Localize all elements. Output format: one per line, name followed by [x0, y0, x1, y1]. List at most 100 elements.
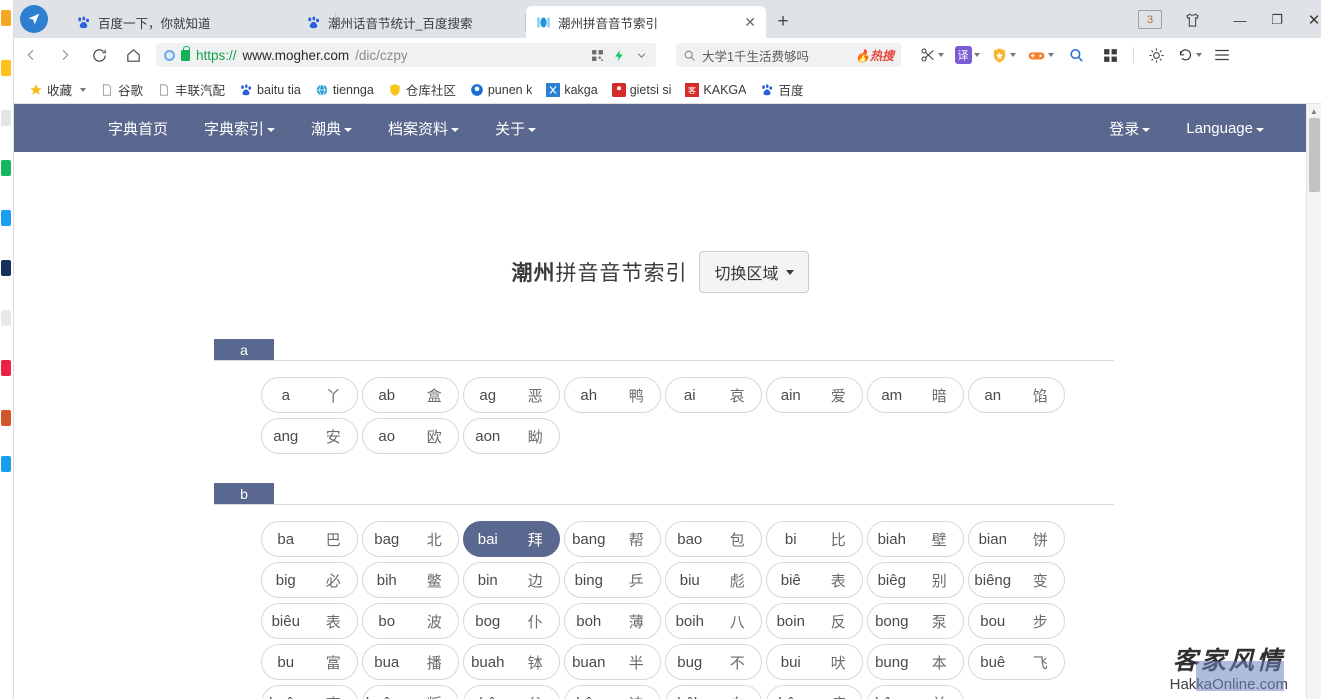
syllable-pill[interactable]: bang 帮: [564, 521, 661, 557]
syllable-pill[interactable]: an 馅: [968, 377, 1065, 413]
syllable-pill[interactable]: big 必: [261, 562, 358, 598]
gamepad-icon[interactable]: [1021, 38, 1059, 72]
new-tab-button[interactable]: +: [769, 9, 797, 35]
nav-item-login[interactable]: 登录: [1091, 104, 1168, 152]
syllable-pill[interactable]: bug 不: [665, 644, 762, 680]
syllable-pill[interactable]: aon 眑: [463, 418, 560, 454]
nav-item-language[interactable]: Language: [1168, 104, 1306, 152]
syllable-pill[interactable]: biah 壁: [867, 521, 964, 557]
syllable-pill[interactable]: bo 波: [362, 603, 459, 639]
dock-icon[interactable]: [1, 260, 11, 276]
syllable-pill[interactable]: bi 比: [766, 521, 863, 557]
lightning-icon[interactable]: [613, 49, 626, 62]
chevron-down-icon[interactable]: [1009, 53, 1016, 57]
syllable-pill[interactable]: bêh白: [665, 685, 762, 699]
syllable-pill[interactable]: biêg 别: [867, 562, 964, 598]
undo-icon[interactable]: [1172, 38, 1206, 72]
syllable-pill[interactable]: bu 富: [261, 644, 358, 680]
syllable-pill[interactable]: buê 飞: [968, 644, 1065, 680]
chevron-down-icon[interactable]: [635, 49, 648, 62]
dock-icon[interactable]: [1, 456, 11, 472]
syllable-pill[interactable]: bog 仆: [463, 603, 560, 639]
chevron-down-icon[interactable]: [80, 87, 87, 92]
syllable-pill[interactable]: bou 步: [968, 603, 1065, 639]
window-maximize-button[interactable]: ❐: [1262, 6, 1292, 34]
syllable-pill[interactable]: boih 八: [665, 603, 762, 639]
syllable-pill[interactable]: bêg迫: [564, 685, 661, 699]
bookmark-item[interactable]: 客 KAKGA: [680, 79, 751, 101]
bookmark-item[interactable]: kakga: [541, 79, 602, 101]
chevron-down-icon[interactable]: [1047, 53, 1054, 57]
syllable-pill[interactable]: ba 巴: [261, 521, 358, 557]
syllable-pill[interactable]: bui 吠: [766, 644, 863, 680]
syllable-pill[interactable]: buan 半: [564, 644, 661, 680]
dock-icon[interactable]: [1, 10, 11, 26]
syllable-pill[interactable]: a丫: [261, 377, 358, 413]
bookmark-item[interactable]: 谷歌: [95, 79, 148, 101]
syllable-pill[interactable]: biêu 表: [261, 603, 358, 639]
syllable-pill[interactable]: ab 盒: [362, 377, 459, 413]
shield-icon[interactable]: [985, 38, 1021, 72]
dock-icon[interactable]: [1, 410, 11, 426]
syllable-pill[interactable]: biêng 变: [968, 562, 1065, 598]
forward-arrow-icon[interactable]: [48, 38, 82, 72]
dock-icon[interactable]: [1, 210, 11, 226]
bookmark-item[interactable]: 丰联汽配: [152, 79, 230, 101]
bookmark-item[interactable]: tiennga: [310, 79, 379, 101]
syllable-pill[interactable]: biê 表: [766, 562, 863, 598]
menu-icon[interactable]: [1206, 38, 1238, 72]
bookmark-item[interactable]: gietsi si: [607, 79, 677, 101]
syllable-pill[interactable]: boh 薄: [564, 603, 661, 639]
bookmark-item[interactable]: punen k: [465, 79, 537, 101]
syllable-pill[interactable]: bao 包: [665, 521, 762, 557]
syllable-pill[interactable]: bên病: [766, 685, 863, 699]
chevron-down-icon[interactable]: [938, 53, 944, 57]
window-minimize-button[interactable]: —: [1225, 6, 1255, 34]
page-scrollbar[interactable]: ▲: [1306, 104, 1321, 699]
syllable-pill[interactable]: bung 本: [867, 644, 964, 680]
dock-icon[interactable]: [1, 160, 11, 176]
syllable-pill[interactable]: ai 哀: [665, 377, 762, 413]
syllable-pill[interactable]: bê父: [463, 685, 560, 699]
syllable-pill[interactable]: ah 鸭: [564, 377, 661, 413]
window-count-badge[interactable]: 3: [1138, 10, 1162, 29]
syllable-pill[interactable]: buêg孛: [261, 685, 358, 699]
back-arrow-icon[interactable]: [14, 38, 48, 72]
nav-item-about[interactable]: 关于: [477, 104, 554, 152]
tshirt-icon[interactable]: [1177, 6, 1207, 34]
chevron-down-icon[interactable]: [973, 53, 980, 57]
syllable-pill[interactable]: bian 饼: [968, 521, 1065, 557]
qrcode-icon[interactable]: [591, 49, 604, 62]
magnifier-icon[interactable]: [1059, 38, 1093, 72]
bookmark-item[interactable]: 仓库社区: [383, 79, 461, 101]
syllable-pill[interactable]: bua 播: [362, 644, 459, 680]
syllable-pill[interactable]: bing 乒: [564, 562, 661, 598]
search-input[interactable]: 大学1千生活费够吗 🔥热搜: [676, 43, 901, 67]
syllable-pill[interactable]: boin 反: [766, 603, 863, 639]
bookmark-item[interactable]: 百度: [755, 79, 808, 101]
dock-icon[interactable]: [1, 60, 11, 76]
syllable-pill[interactable]: bin 边: [463, 562, 560, 598]
syllable-pill[interactable]: ao 欧: [362, 418, 459, 454]
translate-icon[interactable]: 译: [949, 38, 985, 72]
syllable-pill[interactable]: ang 安: [261, 418, 358, 454]
syllable-pill[interactable]: buêng叛: [362, 685, 459, 699]
reload-icon[interactable]: [82, 38, 116, 72]
scissors-icon[interactable]: [915, 38, 949, 72]
address-bar-input[interactable]: https:// www.mogher.com/dic/czpy: [156, 43, 656, 67]
hot-search-badge[interactable]: 🔥热搜: [855, 47, 894, 64]
sun-icon[interactable]: [1140, 38, 1172, 72]
dock-icon[interactable]: [1, 110, 11, 126]
syllable-pill[interactable]: bong 泵: [867, 603, 964, 639]
syllable-pill[interactable]: ain 爱: [766, 377, 863, 413]
scroll-up-arrow[interactable]: ▲: [1307, 104, 1321, 118]
switch-region-button[interactable]: 切换区域: [699, 251, 809, 293]
syllable-pill-selected[interactable]: bai 拜: [463, 521, 560, 557]
window-close-button[interactable]: ✕: [1299, 6, 1321, 34]
nav-item-home[interactable]: 字典首页: [90, 104, 186, 152]
nav-item-chaodian[interactable]: 潮典: [293, 104, 370, 152]
syllable-pill[interactable]: biu 彪: [665, 562, 762, 598]
home-icon[interactable]: [116, 38, 150, 72]
browser-tab-2[interactable]: 潮州话音节统计_百度搜索: [296, 6, 526, 38]
scrollbar-thumb[interactable]: [1309, 118, 1320, 192]
